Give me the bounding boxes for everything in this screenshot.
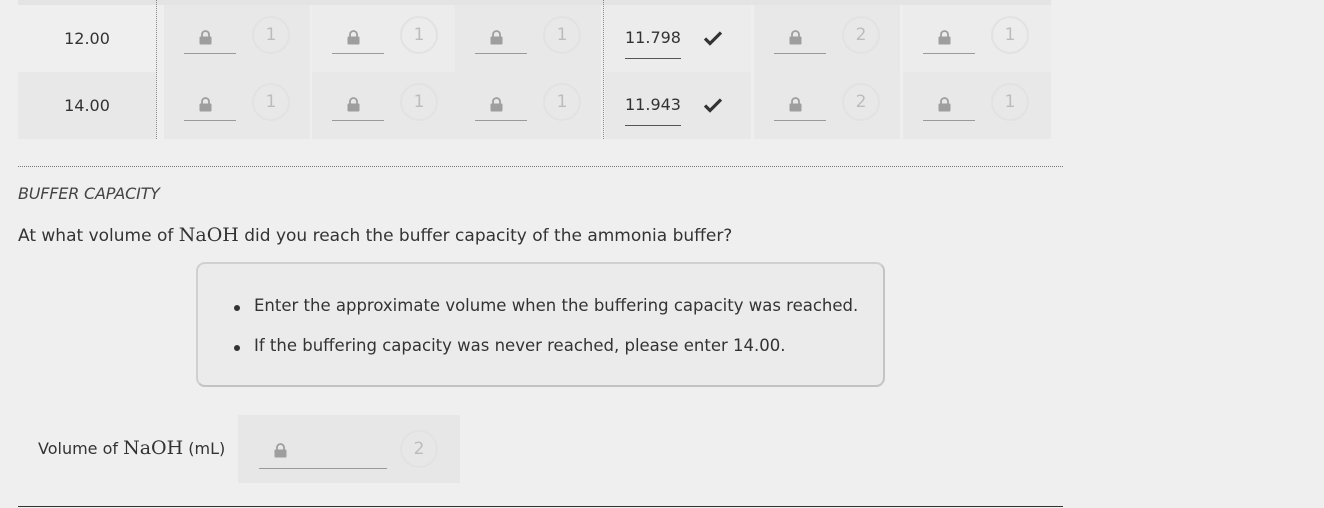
lock-icon <box>938 30 951 45</box>
table-row: 12.00 1 1 1 11.798 2 1 <box>18 5 1051 72</box>
check-icon <box>703 31 723 46</box>
answer-label-prefix: Volume of <box>38 439 124 458</box>
hint-box: Enter the approximate volume when the bu… <box>196 262 885 387</box>
locked-input <box>332 27 384 54</box>
points-badge: 2 <box>842 16 880 54</box>
lock-icon <box>490 97 503 112</box>
locked-cell: 1 <box>455 72 601 139</box>
locked-cell: 2 <box>754 72 900 139</box>
question-prefix: At what volume of <box>18 226 179 246</box>
table-row: 14.00 1 1 1 11.943 2 1 <box>18 72 1051 139</box>
locked-input <box>475 94 527 121</box>
locked-cell: 1 <box>903 72 1051 139</box>
naoh-formula: NaOH <box>178 224 239 246</box>
volume-cell: 12.00 <box>64 29 110 48</box>
lock-icon <box>347 30 360 45</box>
question-suffix: did you reach the buffer capacity of the… <box>238 226 733 246</box>
check-icon <box>703 98 723 113</box>
points-badge: 1 <box>543 83 581 121</box>
column-divider <box>156 0 157 139</box>
locked-cell: 1 <box>164 5 310 72</box>
locked-input <box>774 27 826 54</box>
volume-cell: 14.00 <box>18 72 156 139</box>
locked-input <box>475 27 527 54</box>
points-badge: 2 <box>842 83 880 121</box>
answer-label: Volume of NaOH (mL) <box>38 437 225 459</box>
answer-input[interactable]: 11.798 <box>625 23 681 59</box>
section-label: BUFFER CAPACITY <box>18 184 160 203</box>
hint-item: Enter the approximate volume when the bu… <box>233 296 859 315</box>
locked-cell: 1 <box>455 5 601 72</box>
question-text: At what volume of NaOH did you reach the… <box>18 224 732 246</box>
answer-label-suffix: (mL) <box>183 439 226 458</box>
locked-cell: 1 <box>312 5 458 72</box>
locked-input <box>923 94 975 121</box>
points-badge: 2 <box>400 430 438 468</box>
lock-icon <box>490 30 503 45</box>
column-divider <box>603 0 604 139</box>
locked-cell: 1 <box>903 5 1051 72</box>
locked-input <box>923 27 975 54</box>
locked-cell: 1 <box>164 72 310 139</box>
locked-cell: 1 <box>312 72 458 139</box>
locked-input <box>184 27 236 54</box>
answer-cell: 11.798 <box>605 5 751 72</box>
lock-icon <box>199 97 212 112</box>
lock-icon <box>789 30 802 45</box>
hint-item: If the buffering capacity was never reac… <box>234 336 786 355</box>
naoh-formula: NaOH <box>123 437 184 459</box>
points-badge: 1 <box>252 83 290 121</box>
section-divider <box>18 166 1063 167</box>
lock-icon <box>199 30 212 45</box>
lock-icon <box>938 97 951 112</box>
locked-input <box>774 94 826 121</box>
answer-cell: 11.943 <box>605 72 751 139</box>
points-badge: 1 <box>252 16 290 54</box>
points-badge: 1 <box>400 83 438 121</box>
lock-icon <box>274 443 287 458</box>
points-badge: 1 <box>400 16 438 54</box>
bottom-divider <box>18 506 1063 507</box>
answer-input[interactable]: 11.943 <box>625 90 681 126</box>
locked-cell: 2 <box>754 5 900 72</box>
answer-card: 2 <box>238 415 460 483</box>
locked-input <box>184 94 236 121</box>
locked-input <box>332 94 384 121</box>
points-badge: 1 <box>991 16 1029 54</box>
points-badge: 1 <box>991 83 1029 121</box>
lock-icon <box>347 97 360 112</box>
volume-input[interactable] <box>259 437 387 469</box>
lock-icon <box>789 97 802 112</box>
points-badge: 1 <box>543 16 581 54</box>
